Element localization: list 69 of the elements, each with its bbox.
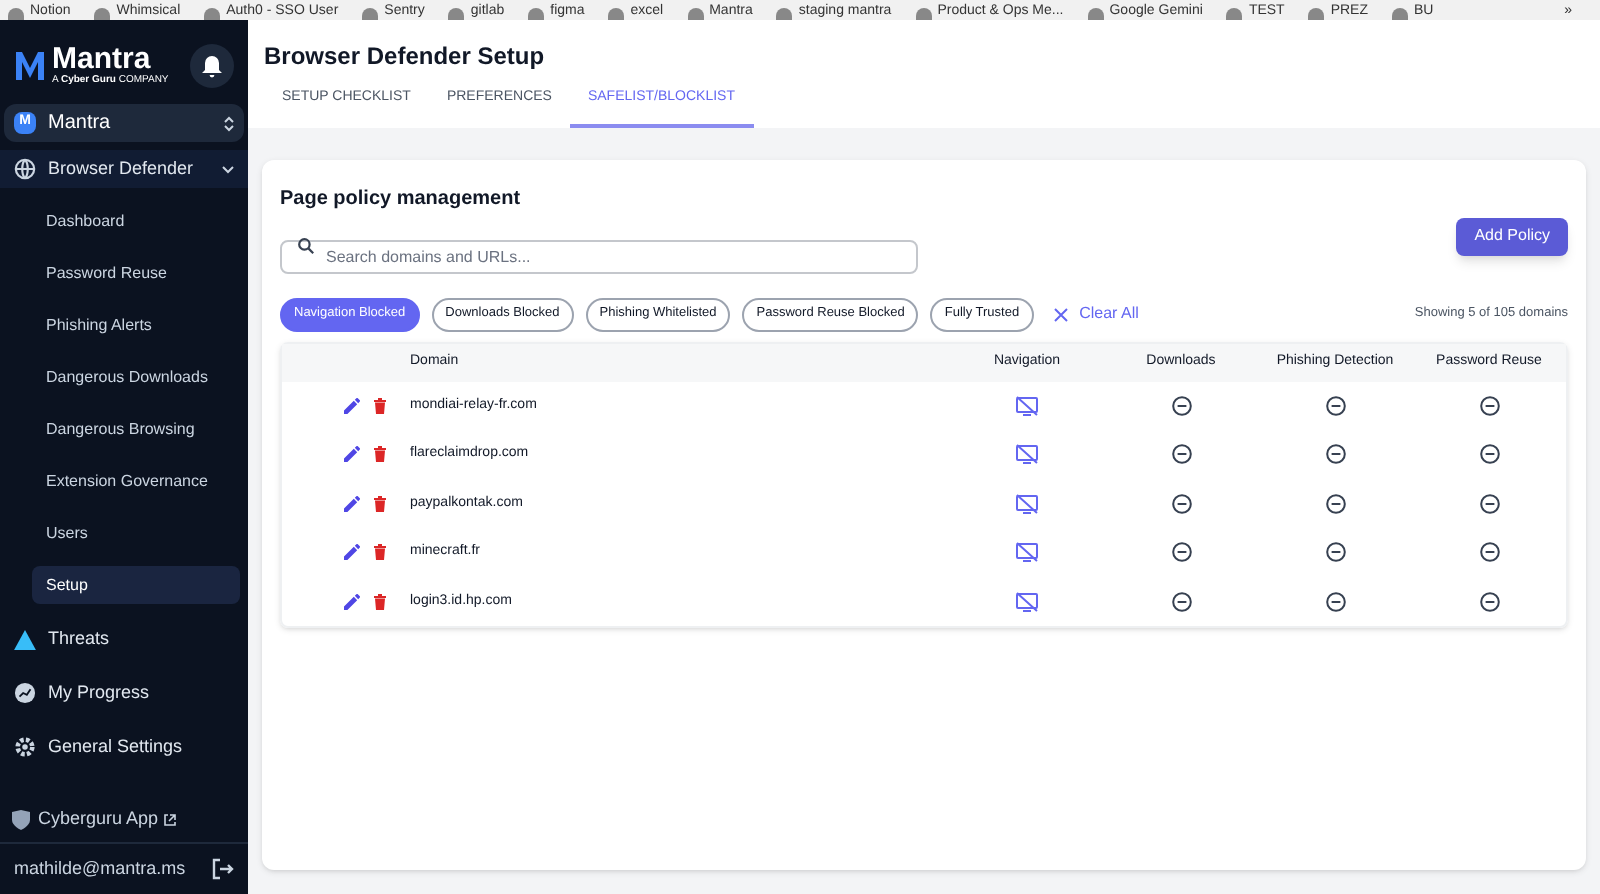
- pencil-icon: [344, 446, 360, 463]
- bookmark-icon: [448, 8, 465, 20]
- bookmark-icon: [204, 8, 221, 20]
- bookmark-icon: [687, 8, 704, 20]
- trash-icon: [374, 495, 386, 512]
- add-policy-button[interactable]: Add Policy: [1456, 217, 1568, 255]
- search-icon: [298, 238, 314, 254]
- nav-subitem[interactable]: Users: [32, 514, 240, 552]
- delete-button[interactable]: [374, 446, 386, 463]
- trash-icon: [374, 544, 386, 561]
- edit-button[interactable]: [344, 397, 360, 414]
- pencil-icon: [344, 397, 360, 414]
- edit-button[interactable]: [344, 446, 360, 463]
- nav-subitem[interactable]: Password Reuse: [32, 254, 240, 292]
- nav-item[interactable]: Browser Defender: [0, 150, 248, 188]
- nav-item[interactable]: Threats: [0, 620, 248, 658]
- brand-name: Mantra: [52, 44, 151, 74]
- bookmark-icon: [94, 8, 111, 20]
- nav-item[interactable]: General Settings: [0, 728, 248, 766]
- logout-button[interactable]: [212, 858, 234, 880]
- clear-all-button[interactable]: Clear All: [1053, 302, 1139, 326]
- delete-button[interactable]: [374, 544, 386, 561]
- card-title: Page policy management: [278, 185, 523, 213]
- pencil-icon: [344, 495, 360, 512]
- external-link-icon: [164, 814, 177, 826]
- logout-icon: [212, 858, 234, 880]
- nav-subitem[interactable]: Dangerous Downloads: [32, 358, 240, 396]
- nav-subitem[interactable]: Dangerous Browsing: [32, 410, 240, 448]
- app-link[interactable]: Cyberguru App: [38, 806, 177, 834]
- trash-icon: [374, 446, 386, 463]
- trash-icon: [374, 593, 386, 610]
- delete-button[interactable]: [374, 495, 386, 512]
- bookmark-icon: [608, 8, 625, 20]
- page-title: Browser Defender Setup: [264, 40, 547, 74]
- edit-button[interactable]: [344, 544, 360, 561]
- bookmark-icon: [1308, 8, 1325, 20]
- settings-icon: [14, 736, 36, 758]
- nav-item[interactable]: My Progress: [0, 674, 248, 712]
- bell-icon: [202, 55, 222, 77]
- pencil-icon: [344, 593, 360, 610]
- chevron-down-icon: [222, 165, 234, 173]
- bookmark-icon: [528, 8, 545, 20]
- bookmark-icon: [776, 8, 793, 20]
- pencil-icon: [344, 544, 360, 561]
- warning-icon: [14, 629, 36, 649]
- bookmark-icon: [1226, 8, 1243, 20]
- bookmark-icon: [1392, 8, 1408, 20]
- shield-icon: [12, 810, 30, 830]
- edit-button[interactable]: [344, 593, 360, 610]
- bookmark-icon: [362, 8, 379, 20]
- bookmark-icon: [915, 8, 932, 20]
- close-icon: [1053, 307, 1068, 321]
- search-field[interactable]: Search domains and URLs...: [280, 239, 918, 273]
- globe-icon: [14, 158, 36, 180]
- nav-subitem[interactable]: Phishing Alerts: [32, 306, 240, 344]
- user-email: mathilde@mantra.ms: [14, 855, 186, 882]
- edit-button[interactable]: [344, 495, 360, 512]
- delete-button[interactable]: [374, 593, 386, 610]
- logo-icon: [14, 48, 46, 84]
- chevron-updown-icon: [224, 115, 234, 131]
- nav-subitem[interactable]: Extension Governance: [32, 462, 240, 500]
- nav-subitem[interactable]: Setup: [32, 566, 240, 604]
- delete-button[interactable]: [374, 397, 386, 414]
- chart-icon: [14, 682, 36, 704]
- trash-icon: [374, 397, 386, 414]
- notification-button[interactable]: [190, 44, 234, 88]
- nav-subitem[interactable]: Dashboard: [32, 202, 240, 240]
- bookmark-icon: [8, 8, 24, 20]
- bookmark-icon: [1087, 8, 1104, 20]
